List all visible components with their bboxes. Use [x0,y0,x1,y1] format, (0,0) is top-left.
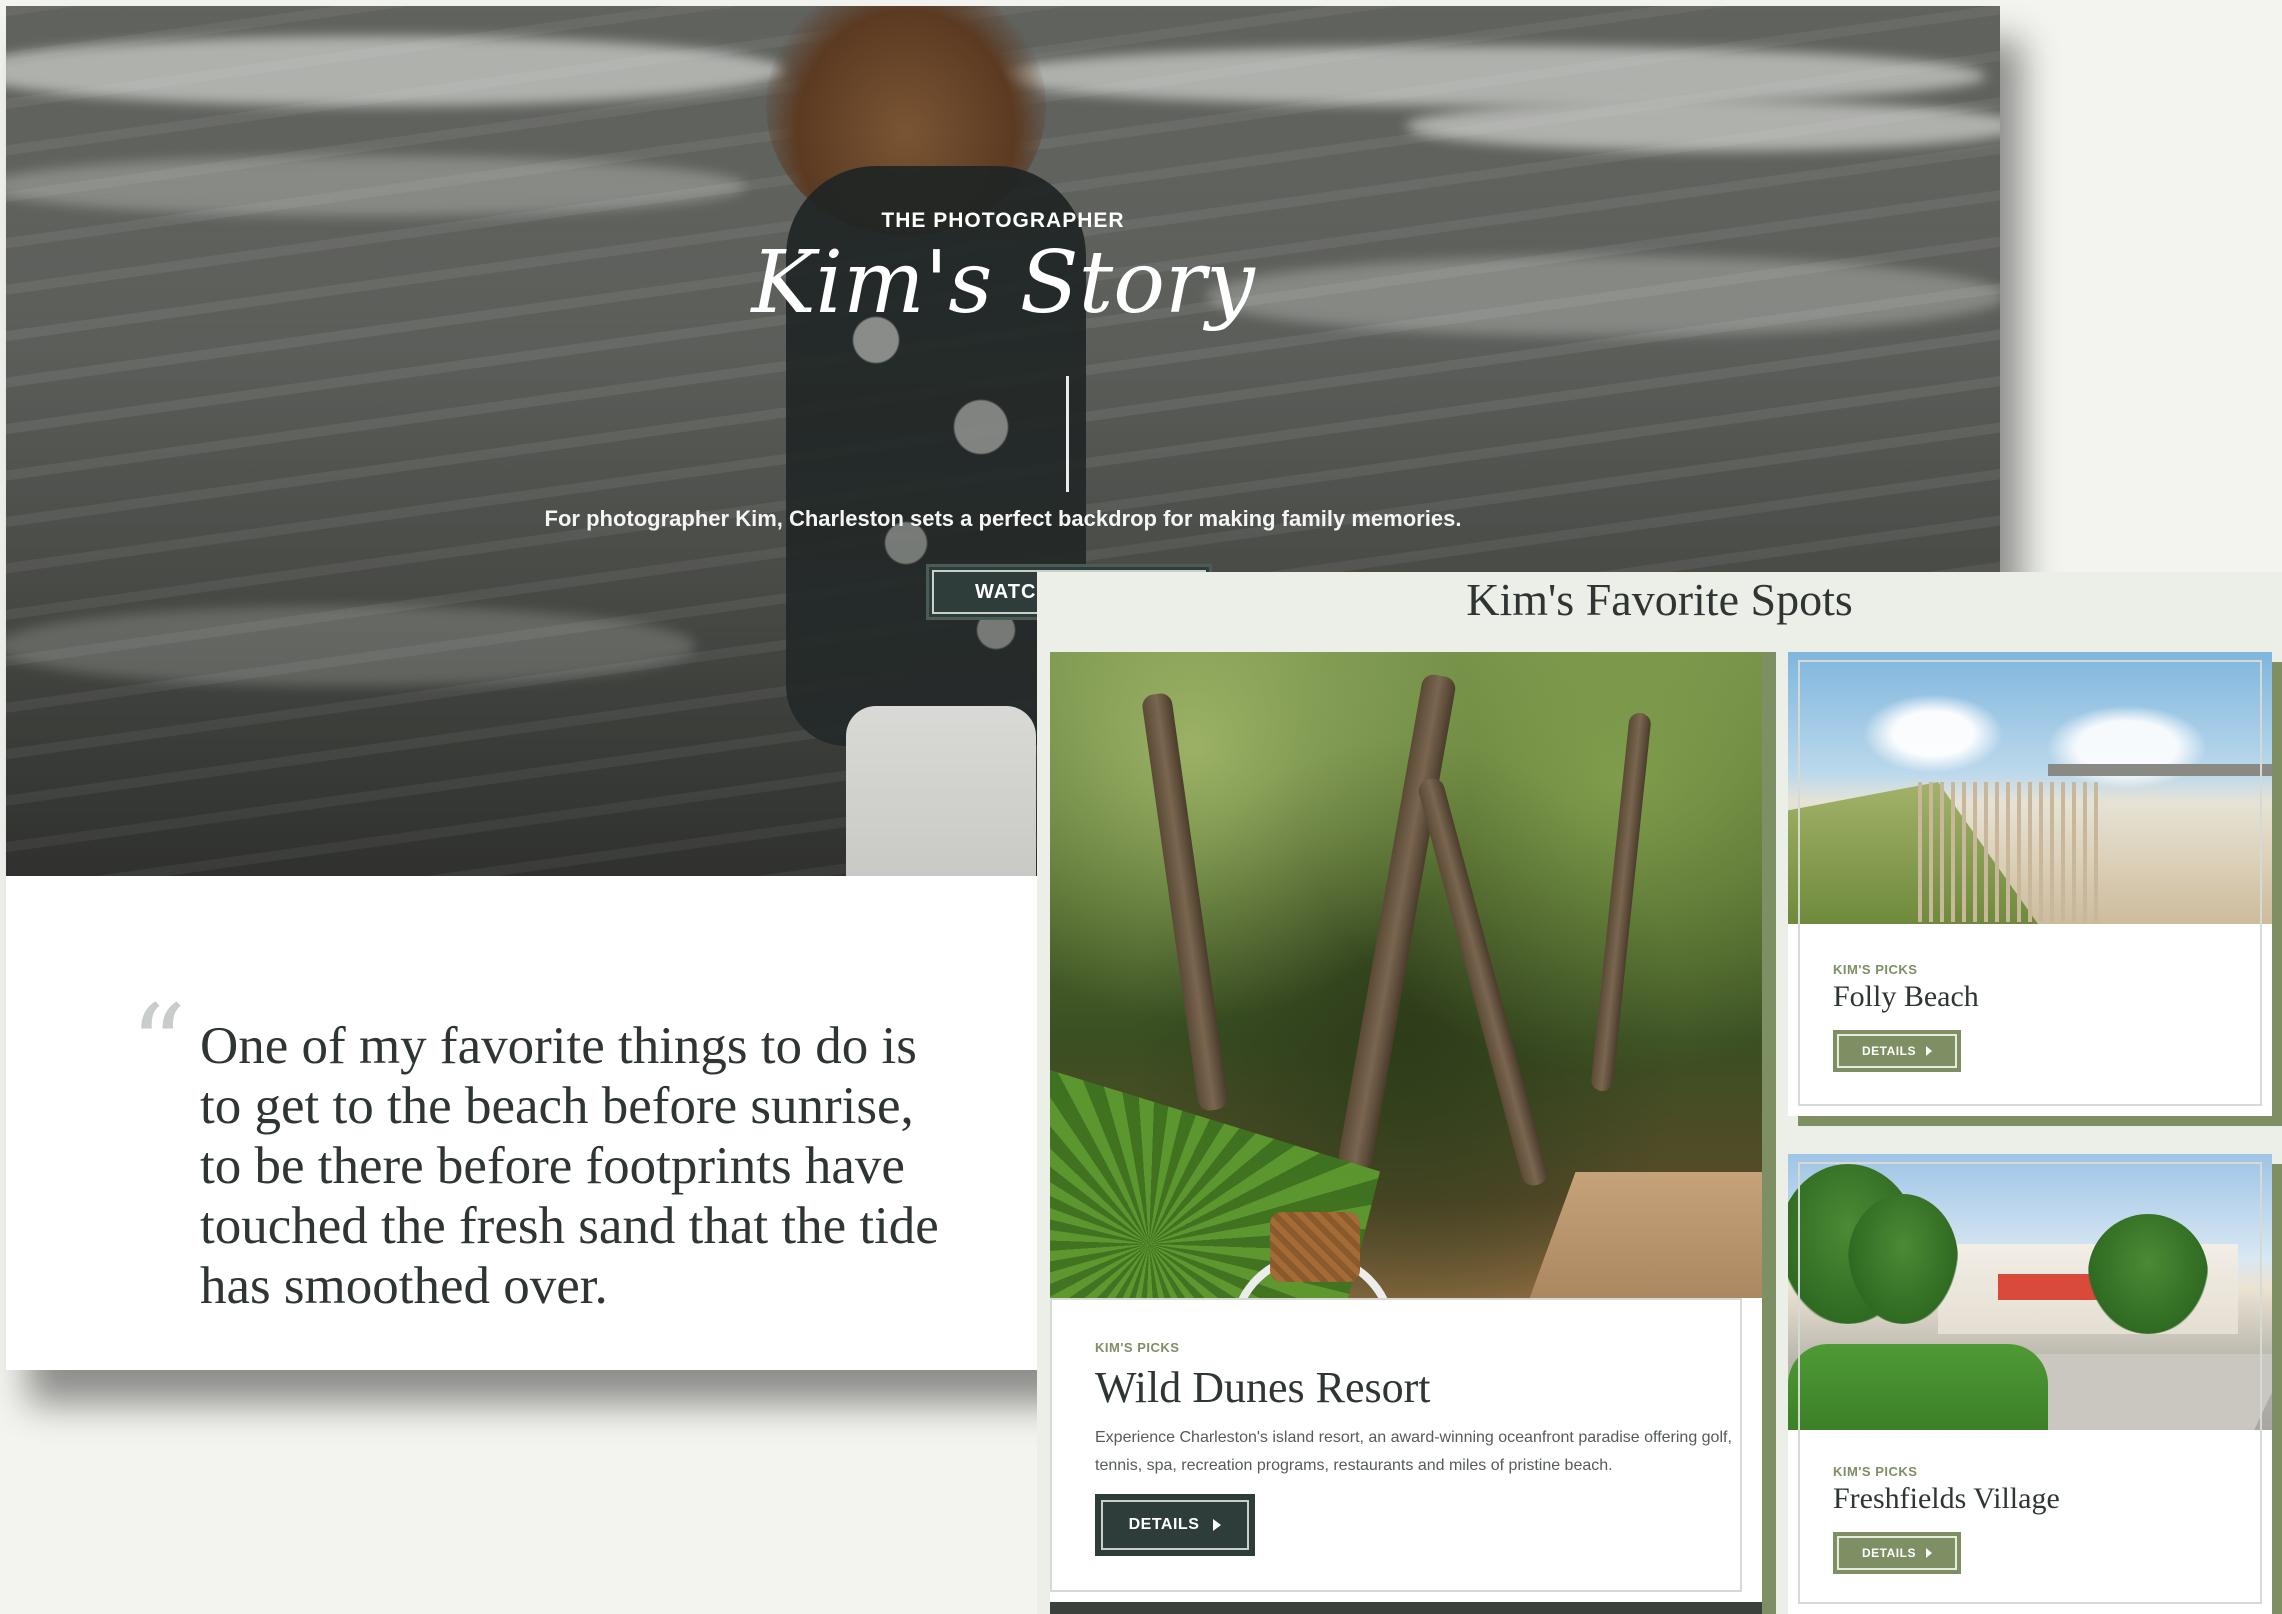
tree-trunk [1140,691,1230,1113]
favorites-panel: Kim's Favorite Spots KIM'S PICKS Wild Du… [1037,572,2282,1614]
surf-wave [986,46,1986,106]
spot-card-folly-beach: KIM'S PICKS Folly Beach DETAILS [1788,652,2272,1116]
quote-mark-icon: “ [130,981,187,1109]
details-label: DETAILS [1128,1516,1200,1533]
details-label: DETAILS [1862,1546,1916,1560]
next-card-edge [1050,1602,1762,1614]
featured-spot-body: KIM'S PICKS Wild Dunes Resort Experience… [1050,1298,1762,1614]
hero-title: Kim's Story [751,233,1255,333]
tree-trunk [1416,775,1550,1189]
hero-subtitle: For photographer Kim, Charleston sets a … [544,506,1462,531]
surf-wave [6,36,786,106]
woman-legs [846,706,1036,876]
favorites-title: Kim's Favorite Spots [1466,574,1853,625]
spot-card-freshfields-village: KIM'S PICKS Freshfields Village DETAILS [1788,1154,2272,1614]
pull-quote: One of my favorite things to do is to ge… [200,1017,939,1315]
featured-details-button[interactable]: DETAILS [1095,1494,1255,1556]
featured-spot-card: KIM'S PICKS Wild Dunes Resort Experience… [1050,652,1762,1614]
play-arrow-icon [1925,1046,1932,1056]
spot-kicker: KIM'S PICKS [1833,1464,1918,1479]
play-arrow-icon [1213,1519,1222,1531]
tree-trunk [1336,672,1458,1172]
sand-trail [1524,1172,1762,1298]
tree-trunk [1590,711,1652,1093]
featured-spot-description: Experience Charleston's island resort, a… [1095,1429,1732,1474]
details-label: DETAILS [1862,1044,1916,1058]
spot-name[interactable]: Folly Beach [1833,978,1979,1016]
spot-name[interactable]: Freshfields Village [1833,1480,2060,1518]
hero-divider [1066,376,1069,492]
featured-spot-name[interactable]: Wild Dunes Resort [1095,1360,1431,1416]
wild-dunes-photo [1050,652,1762,1298]
folly-details-button[interactable]: DETAILS [1833,1030,1961,1072]
play-arrow-icon [1925,1548,1932,1558]
bicycle-basket [1270,1212,1360,1282]
surf-wave [1406,101,2000,151]
featured-spot-kicker: KIM'S PICKS [1095,1340,1180,1355]
surf-wave [6,156,746,216]
spot-kicker: KIM'S PICKS [1833,962,1918,977]
surf-wave [6,606,696,686]
freshfields-details-button[interactable]: DETAILS [1833,1532,1961,1574]
